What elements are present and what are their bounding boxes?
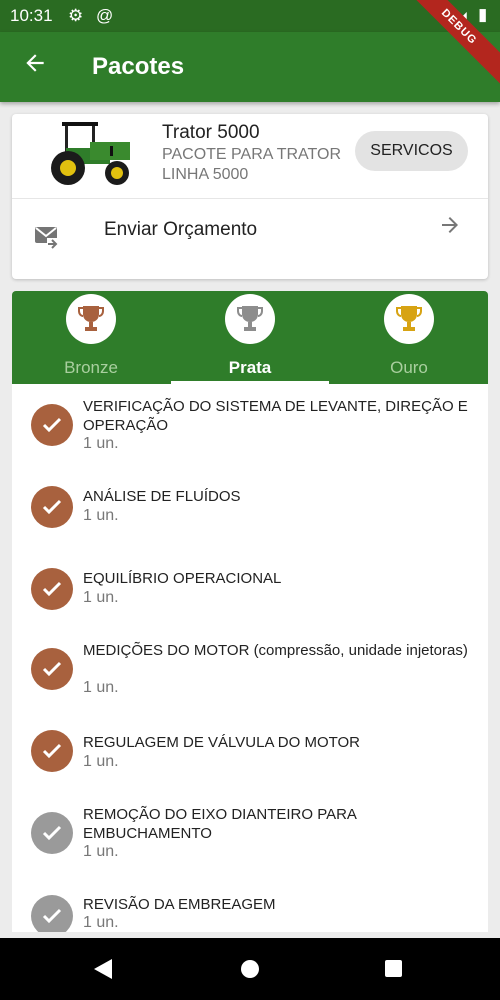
nav-home-icon[interactable] [241, 960, 259, 978]
page-title: Pacotes [92, 53, 185, 80]
check-icon [31, 568, 73, 610]
services-button[interactable]: SERVICOS [355, 131, 468, 171]
item-name: ANÁLISE DE FLUÍDOS [83, 488, 241, 505]
tab-label: Ouro [390, 358, 428, 377]
item-quantity: 1 un. [83, 753, 119, 770]
item-quantity: 1 un. [83, 435, 119, 452]
check-icon [31, 812, 73, 854]
status-time: 10:31 [10, 6, 53, 25]
nav-back-icon[interactable] [94, 959, 112, 979]
item-name: VERIFICAÇÃO DO SISTEMA DE LEVANTE, DIREÇ… [83, 398, 468, 434]
system-nav-bar [0, 938, 500, 1000]
tab-ouro[interactable]: Ouro [330, 291, 488, 384]
send-quote-row[interactable]: Enviar Orçamento [12, 199, 488, 279]
item-name: REMOÇÃO DO EIXO DIANTEIRO PARA EMBUCHAME… [83, 806, 357, 842]
check-icon [31, 648, 73, 690]
item-quantity: 1 un. [83, 679, 119, 696]
gear-icon: ⚙ [68, 6, 84, 25]
item-name: REGULAGEM DE VÁLVULA DO MOTOR [83, 734, 361, 751]
item-quantity: 1 un. [83, 507, 119, 524]
item-quantity: 1 un. [83, 589, 119, 606]
arrow-back-icon[interactable] [22, 50, 48, 83]
tier-tabs: Bronze Prata Ouro [12, 291, 488, 384]
check-icon [31, 895, 73, 932]
services-list: VERIFICAÇÃO DO SISTEMA DE LEVANTE, DIREÇ… [12, 384, 488, 932]
item-quantity: 1 un. [83, 914, 119, 931]
item-quantity: 1 un. [83, 843, 119, 860]
arrow-forward-icon [438, 213, 462, 244]
tab-label: Bronze [64, 358, 118, 377]
package-description: PACOTE PARA TRATOR LINHA 5000 [162, 146, 341, 183]
tab-label: Prata [228, 358, 272, 377]
nav-recents-icon[interactable] [385, 960, 402, 977]
app-bar: Pacotes [0, 32, 500, 102]
tractor-image [40, 118, 134, 188]
check-icon [31, 730, 73, 772]
item-name: REVISÃO DA EMBREAGEM [83, 896, 276, 913]
send-quote-label: Enviar Orçamento [104, 219, 258, 240]
package-name: Trator 5000 [162, 122, 260, 143]
trophy-icon [384, 294, 434, 344]
trophy-icon [225, 294, 275, 344]
package-card: Trator 5000 PACOTE PARA TRATOR LINHA 500… [12, 114, 488, 279]
at-icon: @ [96, 6, 114, 25]
check-icon [31, 486, 73, 528]
tab-prata[interactable]: Prata [171, 291, 329, 384]
item-name: MEDIÇÕES DO MOTOR (compressão, unidade i… [83, 642, 468, 659]
battery-icon: ▮ [478, 5, 488, 24]
mail-forward-icon [34, 223, 60, 249]
item-name: EQUILÍBRIO OPERACIONAL [83, 570, 282, 587]
tab-bronze[interactable]: Bronze [12, 291, 170, 384]
check-icon [31, 404, 73, 446]
trophy-icon [66, 294, 116, 344]
